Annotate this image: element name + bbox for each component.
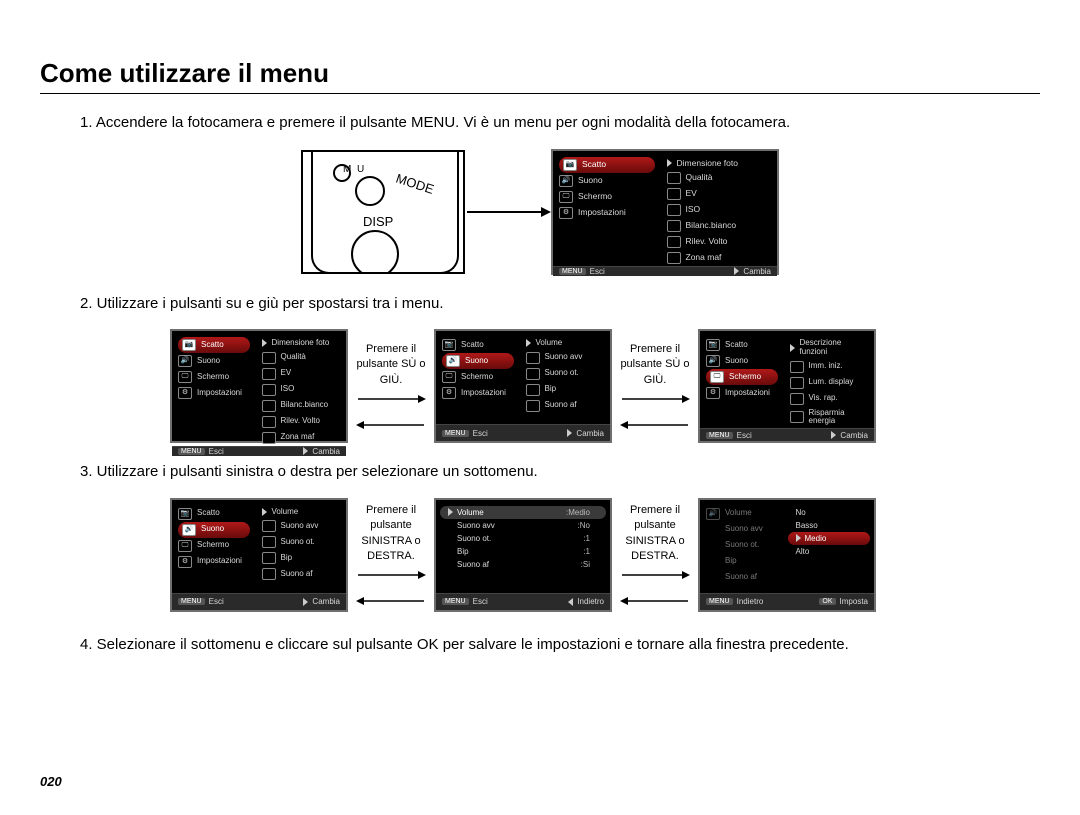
lcd-screen: 📷Scatto🔊Suono🖵Schermo⚙Impostazioni Descri…	[698, 329, 876, 443]
submenu-item: Zona maf	[256, 430, 346, 446]
caption-updown: Premere il pulsante SÙ o GIÙ.	[348, 342, 434, 388]
menu-item: 📷Scatto	[436, 337, 520, 353]
submenu-item: Qualità	[661, 170, 777, 186]
menu-item: 📷Scatto	[172, 506, 256, 522]
caption-updown: Premere il pulsante SÙ o GIÙ.	[612, 342, 698, 388]
lcd-screen: 🔊Volume🔊Suono avv🔊Suono ot.🔊Bip🔊Suono af…	[698, 498, 876, 612]
svg-text:U: U	[357, 164, 364, 175]
lcd-screen: 📷Scatto🔊Suono🖵Schermo⚙Impostazioni Volume…	[170, 498, 348, 612]
menu-item: 📷Scatto	[178, 337, 250, 353]
submenu-item: Vis. rap.	[784, 391, 874, 407]
lcd-screen: 📷Scatto🔊Suono🖵Schermo⚙Impostazioni Dimens…	[170, 329, 348, 443]
submenu-item: EV	[661, 186, 777, 202]
bidirectional-arrows-icon	[356, 394, 426, 430]
submenu-item: Zona maf	[661, 250, 777, 266]
figure-row-1: MU MODE DISP 📷Scatto🔊Suono🖵Schermo⚙Impos…	[40, 149, 1040, 275]
setting-row: Suono ot.:1	[440, 532, 606, 545]
menu-item: ⚙Impostazioni	[172, 385, 256, 401]
camera-hardware-illustration: MU MODE DISP	[301, 150, 465, 274]
caption-leftright: Premere il pulsante SINISTRA o DESTRA.	[612, 503, 698, 565]
setting-row: Bip:1	[440, 545, 606, 558]
submenu-item: Volume	[520, 337, 610, 350]
menu-item: 🖵Schermo	[436, 369, 520, 385]
bidirectional-arrows-icon	[620, 394, 690, 430]
figure-row-3: 📷Scatto🔊Suono🖵Schermo⚙Impostazioni Volume…	[170, 498, 1040, 612]
lcd-screen: Volume:MedioSuono avv:NoSuono ot.:1Bip:1…	[434, 498, 612, 612]
submenu-item: Bip	[520, 382, 610, 398]
submenu-item: Suono af	[520, 398, 610, 414]
step-2: 2. Utilizzare i pulsanti su e giù per sp…	[80, 293, 1040, 316]
svg-text:DISP: DISP	[363, 214, 393, 229]
page-number: 020	[40, 774, 62, 789]
submenu-item: Dimensione foto	[256, 337, 346, 350]
step-1: 1. Accendere la fotocamera e premere il …	[80, 112, 1040, 135]
menu-item: 🔊Suono	[700, 353, 784, 369]
menu-item: 🔊Suono	[178, 522, 250, 538]
lcd-screen: 📷Scatto🔊Suono🖵Schermo⚙Impostazioni Volume…	[434, 329, 612, 443]
submenu-item: Rilev. Volto	[661, 234, 777, 250]
menu-item: ⚙Impostazioni	[553, 205, 661, 221]
disp-label: DISP	[363, 212, 407, 232]
submenu-item: ISO	[661, 202, 777, 218]
menu-item: 🖵Schermo	[553, 189, 661, 205]
lcd-screen-main: 📷Scatto🔊Suono🖵Schermo⚙Impostazioni Dimen…	[551, 149, 779, 275]
page-title: Come utilizzare il menu	[40, 58, 1040, 89]
setting-row: 🔊Suono avv	[700, 522, 784, 538]
submenu-item: Suono avv	[256, 518, 346, 534]
step-3: 3. Utilizzare i pulsanti sinistra o dest…	[80, 461, 1040, 484]
menu-item: ⚙Impostazioni	[700, 385, 784, 401]
menu-item: ⚙Impostazioni	[172, 554, 256, 570]
submenu-item: ISO	[256, 382, 346, 398]
menu-item: 📷Scatto	[559, 157, 655, 173]
submenu-item: Suono ot.	[520, 366, 610, 382]
svg-text:MODE: MODE	[395, 170, 436, 196]
option-item: Alto	[788, 545, 870, 558]
submenu-item: Bilanc.bianco	[661, 218, 777, 234]
submenu-item: Bip	[256, 550, 346, 566]
title-rule	[40, 93, 1040, 94]
menu-item: 🖵Schermo	[706, 369, 778, 385]
submenu-item: Dimensione foto	[661, 157, 777, 170]
submenu-item: Qualità	[256, 350, 346, 366]
submenu-item: Risparmia energia	[784, 407, 874, 429]
submenu-item: Suono af	[256, 566, 346, 582]
option-item: Basso	[788, 519, 870, 532]
submenu-item: EV	[256, 366, 346, 382]
step-4: 4. Selezionare il sottomenu e cliccare s…	[80, 634, 1040, 657]
figure-row-2: 📷Scatto🔊Suono🖵Schermo⚙ImpostazioniDimens…	[170, 329, 1040, 443]
submenu-item: Volume	[256, 506, 346, 519]
option-item: No	[788, 506, 870, 519]
setting-row: 🔊Suono ot.	[700, 538, 784, 554]
setting-row: 🔊Suono af	[700, 570, 784, 586]
submenu-item: Descrizione funzioni	[784, 337, 874, 359]
setting-row: 🔊Volume	[700, 506, 784, 522]
setting-row: Suono avv:No	[440, 519, 606, 532]
submenu-item: Suono ot.	[256, 534, 346, 550]
menu-item: 🔊Suono	[172, 353, 256, 369]
setting-row: Volume:Medio	[440, 506, 606, 519]
option-item: Medio	[788, 532, 870, 545]
svg-text:M: M	[343, 164, 351, 175]
submenu-item: Suono avv	[520, 350, 610, 366]
setting-row: 🔊Bip	[700, 554, 784, 570]
menu-item: 🔊Suono	[553, 173, 661, 189]
caption-leftright: Premere il pulsante SINISTRA o DESTRA.	[348, 503, 434, 565]
bidirectional-arrows-icon	[620, 570, 690, 606]
setting-row: Suono af:Si	[440, 558, 606, 571]
arrow-right-icon	[465, 205, 551, 219]
manual-page: Come utilizzare il menu 1. Accendere la …	[0, 0, 1080, 815]
submenu-item: Rilev. Volto	[256, 414, 346, 430]
submenu-item: Imm. iniz.	[784, 359, 874, 375]
menu-item: 📷Scatto	[700, 337, 784, 353]
menu-item: ⚙Impostazioni	[436, 385, 520, 401]
menu-item: 🖵Schermo	[172, 369, 256, 385]
menu-item: 🔊Suono	[442, 353, 514, 369]
submenu-item: Bilanc.bianco	[256, 398, 346, 414]
submenu-item: Lum. display	[784, 375, 874, 391]
mode-label: MODE	[395, 168, 455, 208]
menu-item: 🖵Schermo	[172, 538, 256, 554]
bidirectional-arrows-icon	[356, 570, 426, 606]
